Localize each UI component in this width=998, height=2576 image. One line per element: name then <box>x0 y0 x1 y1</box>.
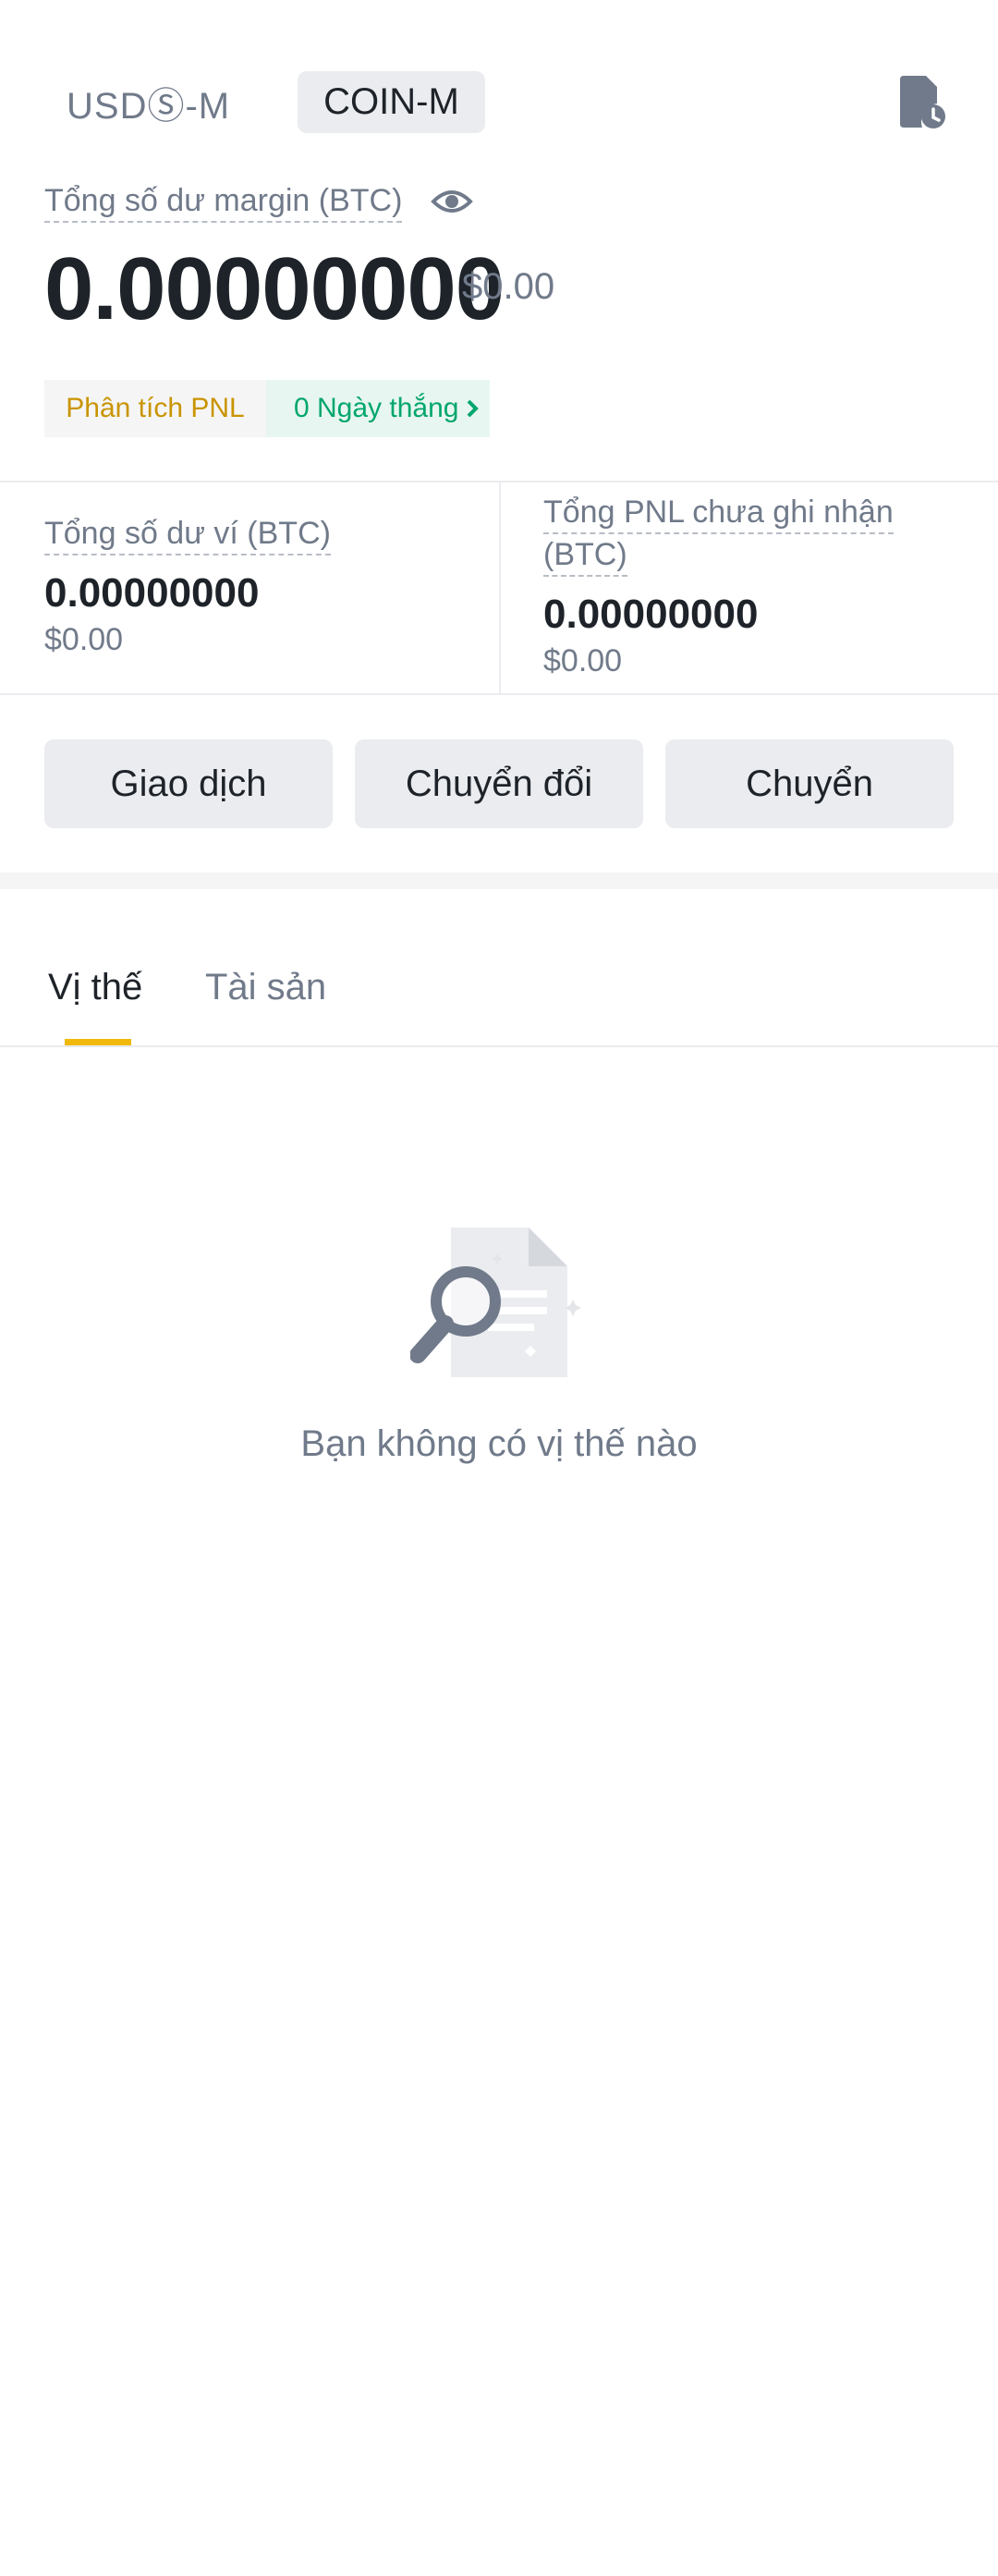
transfer-button[interactable]: Chuyển <box>665 739 954 828</box>
futures-overview-sheet: USDⓈ-M COIN-M Tổng số dư margin (BTC) 0.… <box>0 0 998 2576</box>
tab-usds-m[interactable]: USDⓈ-M <box>67 76 230 129</box>
pnl-analysis-button[interactable]: Phân tích PNL <box>44 380 266 437</box>
unrealized-pnl-usd: $0.00 <box>543 643 623 678</box>
chevron-right-icon <box>467 399 479 418</box>
tab-coin-m[interactable]: COIN-M <box>298 71 485 133</box>
divider <box>499 482 501 693</box>
win-days-label: 0 Ngày thắng <box>294 393 459 423</box>
convert-button[interactable]: Chuyển đổi <box>355 739 643 828</box>
margin-balance-value: 0.00000000 <box>44 239 505 338</box>
tab-positions[interactable]: Vị thế <box>48 967 142 1008</box>
wallet-balance-usd: $0.00 <box>44 622 124 657</box>
unrealized-pnl-label[interactable]: Tổng PNL chưa ghi nhận <box>543 494 894 534</box>
tab-bar-border <box>0 1045 998 1047</box>
eye-icon[interactable] <box>431 181 473 222</box>
history-document-icon[interactable] <box>898 76 946 129</box>
wallet-balance-value: 0.00000000 <box>44 570 260 616</box>
margin-balance-label[interactable]: Tổng số dư margin (BTC) <box>44 183 403 223</box>
unrealized-pnl-value: 0.00000000 <box>543 592 759 637</box>
tab-assets[interactable]: Tài sản <box>205 967 326 1008</box>
margin-balance-usd: $0.00 <box>462 266 555 307</box>
empty-state-message: Bạn không có vị thế nào <box>300 1423 698 1464</box>
win-days-button[interactable]: 0 Ngày thắng <box>266 380 490 437</box>
divider <box>0 693 998 695</box>
magnifier-document-icon <box>410 1227 581 1377</box>
trade-button[interactable]: Giao dịch <box>44 739 333 828</box>
wallet-balance-label[interactable]: Tổng số dư ví (BTC) <box>44 516 331 555</box>
unrealized-pnl-label-unit[interactable]: (BTC) <box>543 537 627 577</box>
section-separator <box>0 873 998 889</box>
